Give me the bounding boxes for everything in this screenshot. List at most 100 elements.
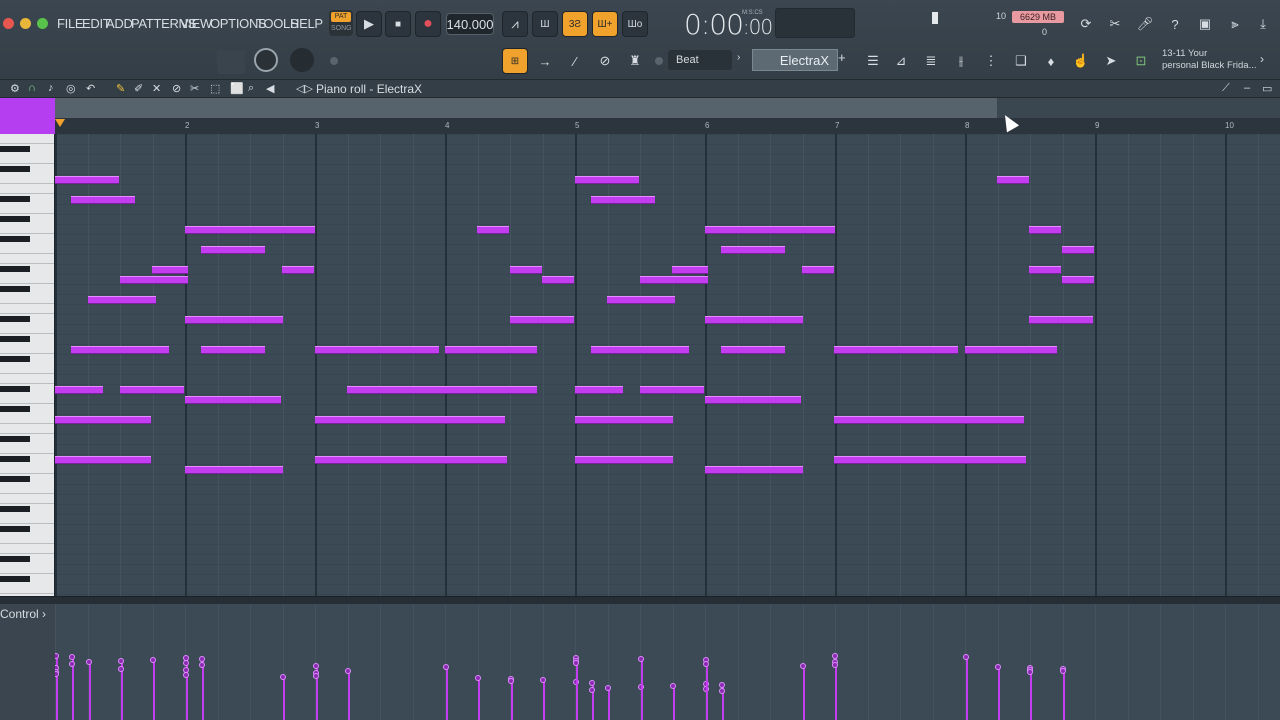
tools-icon[interactable]: ✂: [1102, 11, 1128, 37]
velocity-stem[interactable]: [592, 690, 594, 720]
midi-note[interactable]: [55, 176, 119, 184]
velocity-stem[interactable]: [1063, 671, 1065, 720]
midi-note[interactable]: [120, 276, 188, 284]
velocity-handle[interactable]: [86, 659, 92, 665]
midi-note[interactable]: [721, 346, 785, 354]
arrow-icon[interactable]: →: [532, 48, 558, 74]
menu-file[interactable]: FILE: [57, 16, 84, 31]
midi-note[interactable]: [1062, 276, 1094, 284]
overview-scrollbar[interactable]: [55, 98, 1280, 118]
pat-song-toggle[interactable]: PAT SONG: [329, 10, 353, 36]
midi-note[interactable]: [834, 416, 1024, 424]
black-key[interactable]: [0, 506, 30, 512]
help-icon[interactable]: ?: [1162, 11, 1188, 37]
velocity-stem[interactable]: [348, 671, 350, 720]
tempo-display[interactable]: 140.000: [446, 13, 494, 35]
midi-note[interactable]: [1029, 266, 1061, 274]
master-volume-knob-area[interactable]: [217, 50, 245, 74]
black-key[interactable]: [0, 576, 30, 582]
control-target-selector[interactable]: Control ›: [0, 607, 46, 621]
black-key[interactable]: [0, 216, 30, 222]
velocity-handle[interactable]: [719, 688, 725, 694]
velocity-stem[interactable]: [576, 663, 578, 720]
black-key[interactable]: [0, 166, 30, 172]
velocity-stem[interactable]: [673, 686, 675, 720]
zoom-icon[interactable]: ⌕: [248, 82, 254, 95]
velocity-stem[interactable]: [722, 691, 724, 720]
refresh-icon[interactable]: ⟳: [1073, 11, 1099, 37]
black-key[interactable]: [0, 406, 30, 412]
velocity-stem[interactable]: [1030, 672, 1032, 720]
midi-note[interactable]: [185, 396, 281, 404]
velocity-handle[interactable]: [55, 671, 59, 677]
midi-note[interactable]: [542, 276, 574, 284]
menu-help[interactable]: HELP: [290, 16, 323, 31]
velocity-handle[interactable]: [589, 687, 595, 693]
midi-note[interactable]: [315, 416, 505, 424]
velocity-stem[interactable]: [72, 664, 74, 720]
velocity-stem[interactable]: [56, 674, 58, 720]
midi-note[interactable]: [88, 296, 156, 304]
black-key[interactable]: [0, 286, 30, 292]
black-key[interactable]: [0, 196, 30, 202]
stamp-icon[interactable]: ♜: [622, 48, 648, 74]
note-icon[interactable]: ♪: [48, 82, 54, 94]
midi-note[interactable]: [640, 386, 704, 394]
velocity-stem[interactable]: [283, 677, 285, 720]
midi-note[interactable]: [705, 226, 835, 234]
black-key[interactable]: [0, 336, 30, 342]
velocity-handle[interactable]: [150, 657, 156, 663]
velocity-stem[interactable]: [186, 675, 188, 720]
velocity-stem[interactable]: [446, 667, 448, 720]
midi-note[interactable]: [347, 386, 537, 394]
velocity-handle[interactable]: [69, 661, 75, 667]
midi-note[interactable]: [445, 346, 537, 354]
midi-note[interactable]: [185, 316, 283, 324]
midi-note[interactable]: [120, 386, 184, 394]
zoom-select-icon[interactable]: ⬜: [230, 82, 244, 95]
minimize-window-icon[interactable]: [20, 18, 31, 29]
midi-note[interactable]: [705, 316, 803, 324]
menu-add[interactable]: ADD: [106, 16, 133, 31]
velocity-handle[interactable]: [313, 673, 319, 679]
channel-selector[interactable]: ElectraX: [752, 49, 838, 71]
news-arrow-icon[interactable]: ›: [1260, 52, 1264, 66]
overview-window[interactable]: [55, 98, 997, 118]
black-key[interactable]: [0, 266, 30, 272]
event-editor-divider[interactable]: [0, 596, 1280, 604]
plugin-icon[interactable]: ♦: [1038, 48, 1064, 74]
main-volume-knob[interactable]: [290, 48, 314, 72]
close-window-icon[interactable]: [3, 18, 14, 29]
velocity-stem[interactable]: [608, 688, 610, 720]
black-key[interactable]: [0, 526, 30, 532]
midi-note[interactable]: [705, 466, 803, 474]
snap-settings-icon[interactable]: ⟋: [1222, 82, 1230, 95]
midi-note[interactable]: [575, 176, 639, 184]
midi-note[interactable]: [71, 346, 169, 354]
file-icon[interactable]: ❑: [1008, 48, 1034, 74]
velocity-handle[interactable]: [199, 662, 205, 668]
pattern-selector[interactable]: Beat: [668, 50, 732, 70]
midi-note[interactable]: [834, 346, 958, 354]
velocity-handle[interactable]: [55, 653, 59, 659]
velocity-handle[interactable]: [800, 663, 806, 669]
main-pitch-knob[interactable]: [254, 48, 278, 72]
save-icon[interactable]: ▣: [1192, 11, 1218, 37]
velocity-handle[interactable]: [589, 680, 595, 686]
midi-note[interactable]: [71, 196, 135, 204]
midi-note[interactable]: [185, 226, 315, 234]
black-key[interactable]: [0, 316, 30, 322]
midi-note[interactable]: [802, 266, 834, 274]
velocity-stem[interactable]: [89, 662, 91, 720]
black-key[interactable]: [0, 146, 30, 152]
midi-note[interactable]: [201, 346, 265, 354]
velocity-handle[interactable]: [345, 668, 351, 674]
velocity-handle[interactable]: [573, 660, 579, 666]
velocity-handle[interactable]: [280, 674, 286, 680]
pitch-slider-handle[interactable]: [330, 57, 338, 65]
velocity-stem[interactable]: [641, 659, 643, 720]
black-key[interactable]: [0, 476, 30, 482]
countdown-button[interactable]: 3Ƨ: [562, 11, 588, 37]
select-icon[interactable]: ⬚: [210, 82, 220, 95]
velocity-stem[interactable]: [202, 665, 204, 720]
